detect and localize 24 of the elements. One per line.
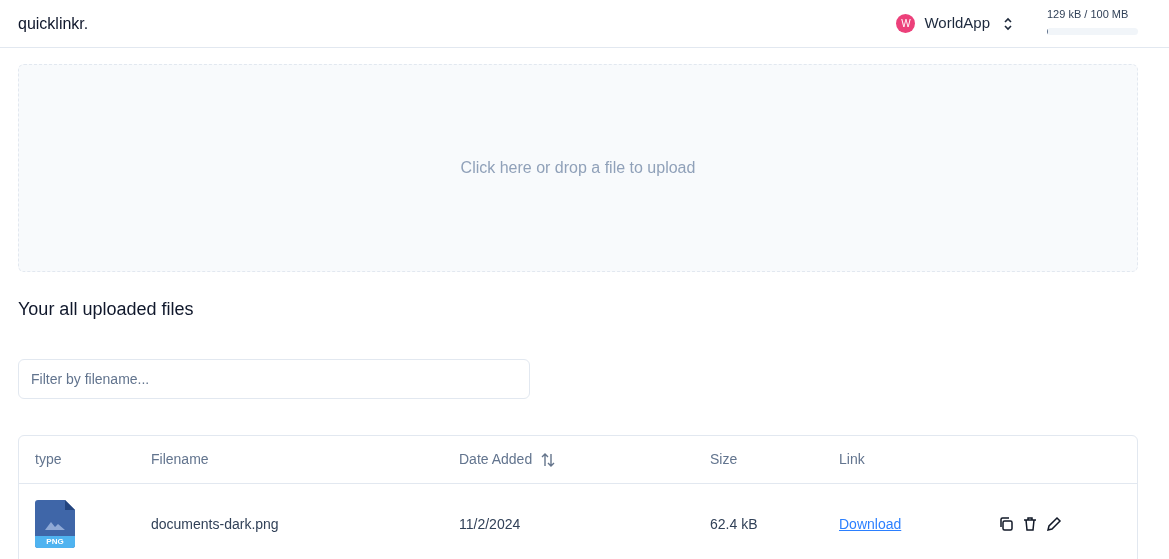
- filter-field[interactable]: Filter by filename...: [18, 359, 530, 399]
- column-header: Filename: [151, 450, 209, 469]
- trash-icon[interactable]: [1022, 516, 1038, 532]
- upload-dropzone[interactable]: Click here or drop a file to upload: [18, 64, 1138, 272]
- column-header: type: [35, 450, 62, 469]
- sort-icon[interactable]: [540, 452, 557, 467]
- logo[interactable]: quicklinkr.: [18, 11, 89, 36]
- table-cell-text: 11/2/2024: [459, 514, 522, 534]
- table-cell-text: 62.4 kB: [710, 514, 759, 534]
- workspace-switcher[interactable]: W WorldApp: [896, 12, 1013, 35]
- section-title: Your all uploaded files: [18, 298, 195, 321]
- dropzone-text: Click here or drop a file to upload: [460, 158, 696, 178]
- pencil-icon[interactable]: [1046, 516, 1062, 532]
- copy-icon[interactable]: [998, 516, 1014, 532]
- download-link[interactable]: Download: [839, 515, 902, 532]
- table-cell-text: documents-dark.png: [151, 514, 280, 534]
- column-header[interactable]: Date Added: [459, 449, 533, 470]
- column-header: Link: [839, 450, 865, 469]
- column-header: Size: [710, 450, 738, 469]
- image-file-icon: [35, 500, 75, 548]
- chevron-updown-icon: [1003, 16, 1013, 31]
- storage-usage: 129 kB / 100 MB: [1047, 6, 1130, 22]
- file-type-label: PNG: [45, 537, 65, 547]
- workspace-avatar: W: [896, 14, 916, 33]
